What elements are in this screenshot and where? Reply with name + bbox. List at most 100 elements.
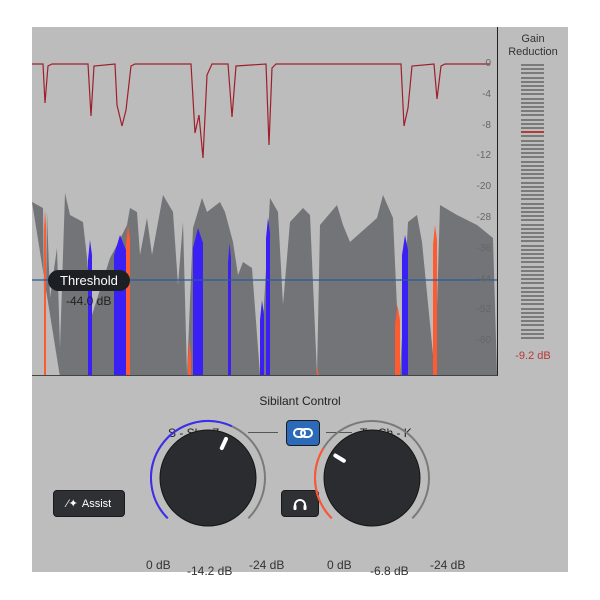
meter-segment bbox=[521, 177, 544, 180]
sibilant-s-region bbox=[193, 228, 203, 375]
meter-segment bbox=[521, 206, 544, 209]
meter-segment bbox=[521, 190, 544, 192]
meter-segment bbox=[521, 85, 544, 87]
meter-segment bbox=[521, 316, 544, 318]
meter-segment bbox=[521, 337, 544, 339]
meter-segment bbox=[521, 223, 544, 226]
axis-tick: 0 bbox=[485, 58, 491, 69]
threshold-value: -44.0 dB bbox=[66, 294, 112, 308]
meter-segment bbox=[521, 156, 544, 159]
meter-segment bbox=[521, 299, 544, 302]
meter-segment bbox=[521, 106, 544, 108]
meter-segment bbox=[521, 278, 544, 281]
meter-segment bbox=[521, 202, 544, 205]
meter-segment bbox=[521, 290, 544, 293]
meter-segment bbox=[521, 173, 544, 176]
meter-segment bbox=[521, 269, 544, 272]
meter-segment bbox=[521, 244, 544, 247]
meter-segment bbox=[521, 68, 544, 71]
meter-segment bbox=[521, 324, 544, 327]
gain-reduction-meter: Gain Reduction -9.2 dB bbox=[498, 27, 568, 375]
sibilant-t-region bbox=[433, 225, 437, 375]
meter-segment bbox=[521, 274, 544, 276]
meter-segment bbox=[521, 311, 544, 314]
axis-tick: -44 bbox=[476, 273, 491, 285]
sibilant-t-region bbox=[44, 210, 46, 375]
right-knob-value: -6.8 dB bbox=[370, 564, 409, 578]
sibilant-s-region bbox=[114, 235, 126, 375]
axis-tick: -20 bbox=[476, 181, 491, 193]
meter-segment bbox=[521, 253, 544, 255]
sibilant-s-region bbox=[402, 235, 408, 375]
meter-segment bbox=[521, 110, 544, 113]
meter-segment bbox=[521, 181, 544, 184]
meter-segment bbox=[521, 152, 544, 155]
meter-segment bbox=[521, 295, 544, 297]
axis-tick: -28 bbox=[476, 212, 491, 223]
sibilant-s-region bbox=[228, 243, 231, 375]
threshold-handle[interactable]: Threshold bbox=[48, 270, 130, 291]
sibilant-s-region bbox=[260, 300, 264, 375]
meter-segment bbox=[521, 219, 544, 222]
gain-reduction-value: -9.2 dB bbox=[515, 350, 551, 362]
meter-segment bbox=[521, 261, 544, 264]
sibilant-t-region bbox=[126, 225, 130, 375]
meter-segment bbox=[521, 286, 544, 289]
meter-segment bbox=[521, 101, 544, 104]
axis-tick: -36 bbox=[476, 242, 491, 254]
meter-segment bbox=[521, 164, 544, 167]
sibilance-graph[interactable]: 0 -4 -8 -12 -20 -28 -36 -44 -52 -60 Threshold -44… bbox=[32, 27, 498, 376]
gain-reduction-curve bbox=[32, 63, 490, 159]
right-knob-min: 0 dB bbox=[327, 558, 352, 572]
meter-segment bbox=[521, 320, 544, 323]
knob-body bbox=[159, 429, 257, 527]
meter-segment bbox=[521, 160, 544, 163]
axis-tick: -8 bbox=[482, 119, 491, 131]
meter-segment bbox=[521, 307, 544, 310]
right-knob-max: -24 dB bbox=[430, 558, 466, 572]
axis-tick: -52 bbox=[476, 304, 491, 316]
meter-segment bbox=[521, 118, 544, 121]
meter-segment bbox=[521, 131, 544, 134]
meter-segment bbox=[521, 139, 544, 142]
left-knob-min: 0 dB bbox=[146, 558, 171, 572]
left-knob-max: -24 dB bbox=[249, 558, 285, 572]
meter-segment bbox=[521, 143, 544, 146]
axis-tick: -60 bbox=[476, 335, 491, 347]
meter-segment bbox=[521, 265, 544, 268]
meter-title: Gain Reduction bbox=[508, 33, 558, 58]
meter-segment bbox=[521, 332, 544, 335]
waveform-display bbox=[32, 63, 497, 375]
sibilant-s-region bbox=[266, 218, 270, 375]
meter-segment bbox=[521, 72, 544, 75]
axis-tick: -4 bbox=[482, 88, 491, 100]
meter-segment bbox=[521, 114, 544, 117]
meter-segment bbox=[521, 282, 544, 285]
meter-segment bbox=[521, 248, 544, 251]
knob-body bbox=[323, 429, 421, 527]
meter-segment bbox=[521, 93, 544, 96]
meter-segment bbox=[521, 240, 544, 243]
s-sh-z-knob[interactable] bbox=[150, 420, 266, 527]
meter-segment bbox=[521, 97, 544, 100]
meter-segment bbox=[521, 64, 544, 66]
axis-tick: -12 bbox=[476, 150, 491, 162]
meter-segment bbox=[521, 185, 544, 188]
meter-segment bbox=[521, 127, 544, 129]
t-ch-k-knob[interactable] bbox=[314, 420, 430, 527]
meter-segment bbox=[521, 76, 544, 79]
meter-segment bbox=[521, 148, 544, 150]
meter-segment bbox=[521, 169, 544, 171]
meter-segment bbox=[521, 122, 544, 125]
deesser-plugin: 0 -4 -8 -12 -20 -28 -36 -44 -52 -60 Threshold -44… bbox=[32, 27, 568, 578]
meter-segment bbox=[521, 89, 544, 92]
meter-segment bbox=[521, 211, 544, 213]
sibilant-control-title: Sibilant Control bbox=[259, 394, 341, 408]
meter-segment bbox=[521, 328, 544, 331]
meter-segment bbox=[521, 198, 544, 201]
meter-segment bbox=[521, 232, 544, 234]
meter-segment bbox=[521, 194, 544, 197]
meter-segment bbox=[521, 215, 544, 218]
meter-segment bbox=[521, 257, 544, 260]
meter-segment bbox=[521, 135, 544, 138]
